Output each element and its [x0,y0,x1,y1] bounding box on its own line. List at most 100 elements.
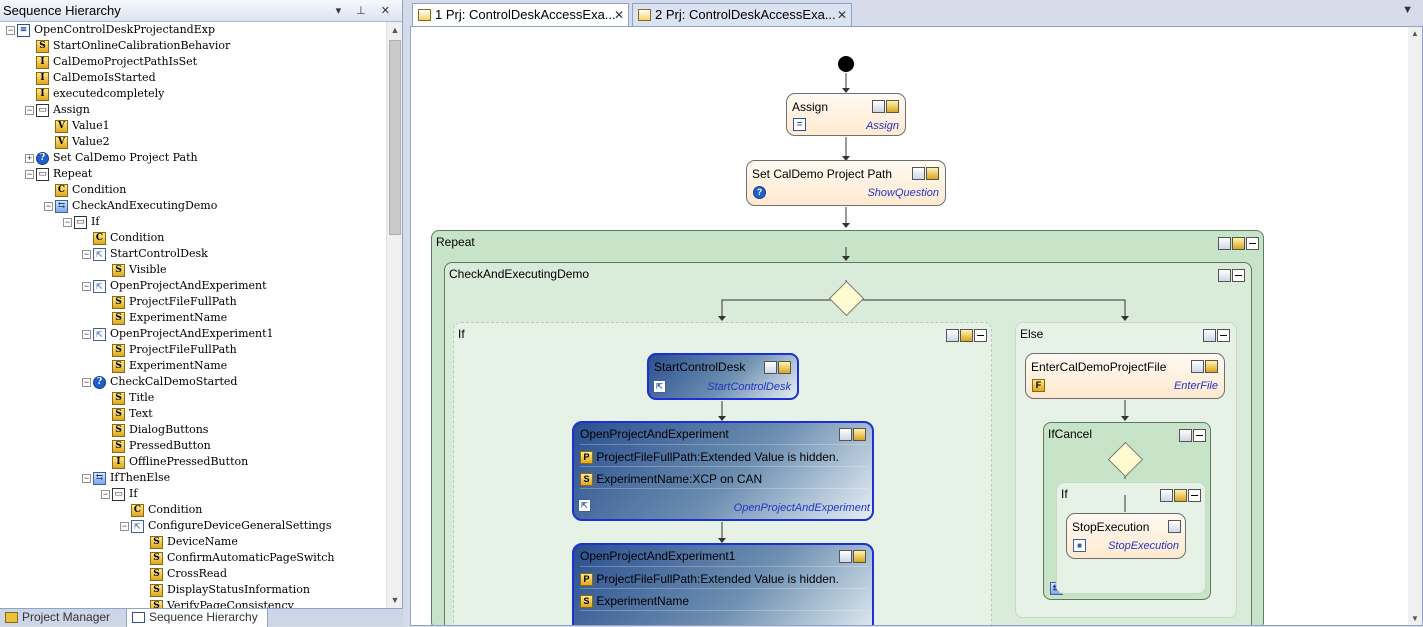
tree-node[interactable]: S DisplayStatusInformation [139,582,310,598]
tree-node[interactable]: − ⇱ OpenProjectAndExperiment [82,278,267,294]
tab-project-manager[interactable]: Project Manager [0,609,125,627]
enterfile-link[interactable]: EnterFile [1174,380,1218,392]
collapse-toggle-icon[interactable]: − [25,169,34,179]
tree-node[interactable]: −? CheckCalDemoStarted [82,374,237,390]
properties-icon[interactable] [764,361,777,374]
tree-node[interactable]: − ⇆ IfThenElse [82,470,170,486]
tree-node[interactable]: S DeviceName [139,534,238,550]
tree-node[interactable]: S PressedButton [101,438,211,454]
tree-node[interactable]: S ProjectFileFullPath [101,294,237,310]
tree-node[interactable]: V Value1 [44,118,110,134]
collapse-toggle-icon[interactable]: − [82,249,91,259]
tree-node[interactable]: +? Set CalDemo Project Path [25,150,198,166]
tree-node[interactable]: S Visible [101,262,167,278]
edit-icon[interactable] [853,550,866,563]
scroll-down-arrow-icon[interactable]: ▼ [1408,614,1422,623]
properties-icon[interactable] [872,100,885,113]
scroll-down-arrow-icon[interactable]: ▼ [387,592,403,608]
tree-node[interactable]: S ConfirmAutomaticPageSwitch [139,550,334,566]
tree-node[interactable]: − ≡ OpenControlDeskProjectandExp [6,22,215,38]
collapse-toggle-icon[interactable]: − [101,489,110,499]
assign-link[interactable]: Assign [866,120,899,132]
properties-icon[interactable] [1191,360,1204,373]
sequence-hierarchy-panel: Sequence Hierarchy ▾ ⊥ ✕ − ≡ OpenControlDe… [0,0,403,627]
collapse-toggle-icon[interactable]: − [6,25,15,35]
tree-node[interactable]: C Condition [120,502,202,518]
open-project-and-experiment1-node[interactable]: OpenProjectAndExperiment1 P ProjectFileF… [572,543,874,625]
openprojectandexperiment-link[interactable]: OpenProjectAndExperiment [734,502,870,514]
startcontroldesk-link[interactable]: StartControlDesk [707,381,791,393]
tree-node[interactable]: S ExperimentName [101,310,227,326]
param-row[interactable]: S ExperimentName:XCP on CAN [580,469,868,489]
tree-node[interactable]: S Title [101,390,154,406]
edit-icon[interactable] [926,167,939,180]
edit-icon[interactable] [853,428,866,441]
node-toolbar [839,428,866,441]
tree-node[interactable]: S Text [101,406,153,422]
tree-node[interactable]: S ExperimentName [101,358,227,374]
scroll-thumb[interactable] [389,40,401,235]
tab-sequence-hierarchy[interactable]: Sequence Hierarchy [126,609,268,627]
collapse-toggle-icon[interactable]: − [44,201,53,211]
stop-execution-node[interactable]: StopExecution ■ StopExecution [1066,513,1186,559]
tree-node[interactable]: I CalDemoProjectPathIsSet [25,54,197,70]
panel-title-buttons[interactable]: ▾ ⊥ ✕ [336,0,396,22]
tree-node[interactable]: − ▭ Repeat [25,166,92,182]
tree-node[interactable]: − ⇆ CheckAndExecutingDemo [44,198,217,214]
tree-scrollbar[interactable]: ▲ ▼ [386,22,402,608]
edit-icon[interactable] [886,100,899,113]
tree-node[interactable]: I OfflinePressedButton [101,454,248,470]
tree-node[interactable]: S ProjectFileFullPath [101,342,237,358]
tab-document-2[interactable]: 2 Prj: ControlDeskAccessExa... ✕ [632,3,852,26]
tree-node[interactable]: − ⇱ OpenProjectAndExperiment1 [82,326,274,342]
tree-node[interactable]: S CrossRead [139,566,227,582]
tree-node[interactable]: − ▭ If [101,486,137,502]
tree-node[interactable]: S StartOnlineCalibrationBehavior [25,38,230,54]
collapse-toggle-icon[interactable]: − [120,521,129,531]
properties-icon[interactable] [839,428,852,441]
close-icon[interactable]: ✕ [837,4,847,26]
properties-icon[interactable] [839,550,852,563]
properties-icon[interactable] [1168,520,1181,533]
collapse-toggle-icon[interactable]: − [82,329,91,339]
canvas-scrollbar[interactable]: ▲ ▼ [1408,27,1422,625]
collapse-toggle-icon[interactable]: − [82,377,91,387]
tree-node[interactable]: Iexecutedcompletely [25,86,164,102]
scroll-up-arrow-icon[interactable]: ▲ [387,22,403,38]
tree-node[interactable]: C Condition [82,230,164,246]
assign-node[interactable]: Assign = Assign [786,93,906,136]
collapse-toggle-icon[interactable]: − [63,217,72,227]
start-control-desk-node[interactable]: StartControlDesk ⇱ StartControlDesk [647,353,799,400]
edit-icon[interactable] [1205,360,1218,373]
tree-node[interactable]: V Value2 [44,134,110,150]
tab-list-dropdown-icon[interactable]: ▼ [1402,4,1413,16]
tree-node[interactable]: − ▭ If [63,214,99,230]
expand-toggle-icon[interactable]: + [25,153,34,163]
tree-node[interactable]: − ⇱ ConfigureDeviceGeneralSettings [120,518,332,534]
collapse-toggle-icon[interactable]: − [82,281,91,291]
sequence-tree[interactable]: − ≡ OpenControlDeskProjectandExp S StartOnli… [0,22,386,608]
close-icon[interactable]: ✕ [614,4,624,26]
tree-node[interactable]: C Condition [44,182,126,198]
properties-icon[interactable] [912,167,925,180]
collapse-toggle-icon[interactable]: − [82,473,91,483]
open-project-and-experiment-node[interactable]: OpenProjectAndExperiment P ProjectFileFu… [572,421,874,521]
param-row[interactable]: S ExperimentName [580,591,868,611]
showquestion-link[interactable]: ShowQuestion [867,187,939,199]
tree-node[interactable]: − ⇱ StartControlDesk [82,246,208,262]
param-row[interactable]: P ProjectFileFullPath:Extended Value is … [580,447,868,467]
integer-variable-icon: I [36,55,49,69]
tree-node[interactable]: S VerifyPageConsistency [139,598,294,608]
stopexecution-link[interactable]: StopExecution [1108,540,1179,552]
edit-icon[interactable] [778,361,791,374]
tree-node[interactable]: I CalDemoIsStarted [25,70,156,86]
set-caldemo-project-path-node[interactable]: Set CalDemo Project Path ? ShowQuestion [746,160,946,206]
param-row[interactable]: P ProjectFileFullPath:Extended Value is … [580,569,868,589]
sequence-diagram-canvas[interactable]: Repeat CheckAndExecutingDemo If Else IfC… [410,26,1423,626]
enter-caldemo-project-file-node[interactable]: EnterCalDemoProjectFile F EnterFile [1025,353,1225,399]
collapse-toggle-icon[interactable]: − [25,105,34,115]
tree-node[interactable]: − ▭ Assign [25,102,90,118]
scroll-up-arrow-icon[interactable]: ▲ [1408,29,1422,38]
tab-document-1[interactable]: 1 Prj: ControlDeskAccessExa... ✕ [412,3,629,27]
tree-node[interactable]: S DialogButtons [101,422,208,438]
